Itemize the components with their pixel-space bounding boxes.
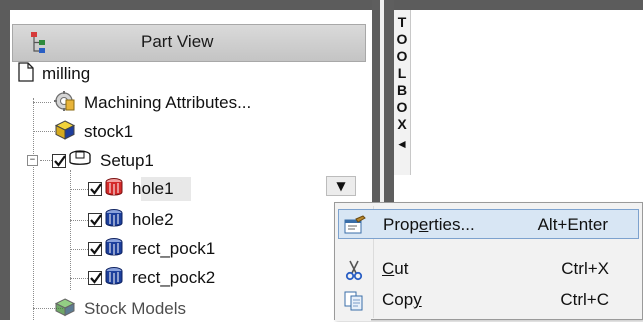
tree-item-label: hole2: [132, 210, 174, 229]
tree-connector: [40, 160, 52, 161]
menu-item-shortcut: Ctrl+C: [560, 290, 609, 309]
window-frame-top: [0, 0, 643, 10]
part-view-panel: Part View milling Machining Attributes..…: [10, 10, 372, 320]
pocket-feature-icon: [104, 237, 124, 262]
hole1-checkbox[interactable]: [88, 182, 102, 196]
context-menu: Properties... Alt+Enter Cut Ctrl+X Copy …: [334, 202, 643, 321]
tree-item-label: milling: [42, 64, 91, 83]
tree-item-label: rect_pock1: [132, 239, 216, 258]
tree-item-stock1[interactable]: stock1: [54, 119, 134, 146]
menu-item-properties[interactable]: Properties... Alt+Enter: [338, 209, 639, 239]
tree-item-rect-pock2[interactable]: rect_pock2: [88, 266, 215, 290]
menu-item-label: Properties...: [383, 215, 475, 234]
toolbox-letter: B: [396, 82, 408, 98]
hole-feature-icon: [104, 208, 124, 233]
hole-feature-icon: [104, 177, 124, 202]
toolbox-letter: T: [397, 14, 407, 30]
toolbox-letter: O: [396, 31, 408, 47]
rect-pock1-checkbox[interactable]: [88, 242, 102, 256]
part-tree: milling Machining Attributes... stock1 −…: [10, 10, 372, 320]
tree-item-label: Stock Models: [84, 299, 187, 318]
tree-connector: [33, 102, 51, 103]
pocket-feature-icon: [104, 266, 124, 291]
toolbox-tab[interactable]: T O O L B O X ◄: [394, 10, 411, 175]
tree-connector: [70, 249, 88, 250]
tree-item-hole1[interactable]: hole1: [88, 177, 174, 201]
tree-connector: [70, 220, 88, 221]
tree-connector: [70, 189, 88, 190]
stock-cube-icon: [54, 119, 76, 146]
stock-models-icon: [54, 297, 76, 322]
tree-item-hole2[interactable]: hole2: [88, 208, 174, 232]
tree-connector: [70, 170, 71, 290]
feature-dropdown-button[interactable]: ▼: [326, 176, 356, 196]
setup1-checkbox[interactable]: [52, 154, 66, 168]
menu-item-copy[interactable]: Copy Ctrl+C: [338, 285, 639, 315]
tree-item-milling[interactable]: milling: [18, 61, 91, 87]
copy-icon: [343, 290, 365, 311]
machining-attributes-icon: [52, 90, 76, 117]
toolbox-letter: O: [396, 48, 408, 64]
hole2-checkbox[interactable]: [88, 213, 102, 227]
toolbox-letter: X: [397, 116, 407, 132]
tree-item-label: Setup1: [100, 151, 154, 170]
rect-pock2-checkbox[interactable]: [88, 271, 102, 285]
document-icon: [18, 61, 34, 87]
scissors-icon: [343, 259, 365, 281]
tree-item-label: rect_pock2: [132, 268, 216, 287]
toolbox-letter: O: [396, 99, 408, 115]
tree-item-stock-models[interactable]: Stock Models: [54, 297, 186, 321]
menu-item-label: Copy: [382, 290, 422, 309]
tree-item-label: stock1: [84, 122, 134, 141]
collapse-setup1-toggle[interactable]: −: [27, 155, 38, 166]
tree-item-label: Machining Attributes...: [84, 93, 252, 112]
menu-item-shortcut: Ctrl+X: [561, 259, 609, 278]
toolbox-letter: L: [397, 65, 407, 81]
menu-item-label: Cut: [382, 259, 409, 278]
tree-item-setup1[interactable]: Setup1: [52, 149, 154, 173]
window-frame-left: [0, 0, 10, 320]
tree-item-machining-attributes[interactable]: Machining Attributes...: [52, 90, 252, 117]
tree-connector: [70, 278, 88, 279]
tree-item-label: hole1: [132, 179, 174, 198]
menu-item-cut[interactable]: Cut Ctrl+X: [338, 254, 639, 284]
tree-item-rect-pock1[interactable]: rect_pock1: [88, 237, 215, 261]
setup-icon: [68, 149, 92, 174]
properties-icon: [344, 215, 366, 235]
menu-item-shortcut: Alt+Enter: [537, 215, 608, 234]
toolbox-arrow-icon: ◄: [396, 137, 408, 151]
